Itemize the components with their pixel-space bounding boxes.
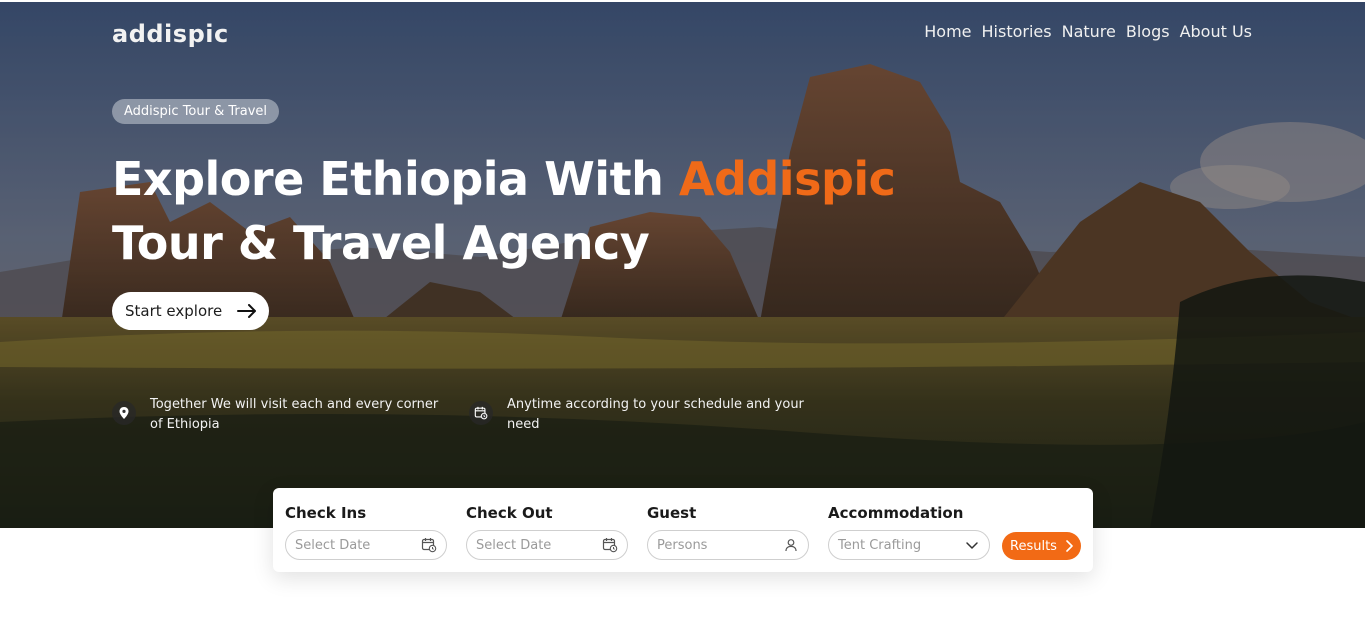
guest-input[interactable]: Persons	[647, 530, 809, 560]
guest-field-group: Guest Persons	[647, 504, 809, 560]
calendar-clock-icon	[602, 538, 618, 553]
feature-text: Anytime according to your schedule and y…	[507, 397, 804, 432]
check-in-label: Check Ins	[285, 504, 367, 522]
user-icon	[785, 539, 797, 552]
feature-item: Together We will visit each and every co…	[112, 395, 452, 435]
feature-item: Anytime according to your schedule and y…	[469, 395, 809, 435]
check-out-input[interactable]: Select Date	[466, 530, 628, 560]
results-button[interactable]: Results	[1002, 532, 1081, 560]
accommodation-select[interactable]: Tent Crafting	[828, 530, 990, 560]
nav-item-nature[interactable]: Nature	[1062, 22, 1116, 41]
nav-item-blogs[interactable]: Blogs	[1126, 22, 1170, 41]
start-explore-label: Start explore	[125, 302, 223, 320]
calendar-clock-icon	[421, 538, 437, 553]
nav-item-histories[interactable]: Histories	[982, 22, 1052, 41]
results-label: Results	[1010, 538, 1057, 554]
check-in-placeholder: Select Date	[295, 537, 371, 553]
accommodation-value: Tent Crafting	[838, 537, 922, 553]
nav-item-home[interactable]: Home	[924, 22, 971, 41]
chevron-down-icon	[966, 542, 978, 549]
hero-section: addispic Home Histories Nature Blogs Abo…	[0, 2, 1365, 528]
hero-headline: Explore Ethiopia With Addispic Tour & Tr…	[112, 147, 972, 275]
arrow-right-icon	[237, 304, 256, 318]
accommodation-label: Accommodation	[828, 504, 964, 522]
headline-text-end: Tour & Travel Agency	[112, 216, 650, 270]
site-logo[interactable]: addispic	[112, 20, 229, 48]
location-pin-icon	[112, 401, 136, 425]
nav-item-about-us[interactable]: About Us	[1180, 22, 1252, 41]
main-nav: Home Histories Nature Blogs About Us	[924, 22, 1252, 41]
guest-placeholder: Persons	[657, 537, 708, 553]
check-out-placeholder: Select Date	[476, 537, 552, 553]
guest-label: Guest	[647, 504, 697, 522]
start-explore-button[interactable]: Start explore	[112, 292, 269, 330]
feature-text: Together We will visit each and every co…	[150, 397, 439, 432]
check-in-input[interactable]: Select Date	[285, 530, 447, 560]
headline-text: Explore Ethiopia With	[112, 152, 679, 206]
hero-badge: Addispic Tour & Travel	[112, 99, 280, 124]
headline-accent: Addispic	[678, 152, 896, 206]
check-out-field-group: Check Out Select Date	[466, 504, 628, 560]
check-in-field-group: Check Ins Select Date	[285, 504, 447, 560]
booking-search-bar: Check Ins Select Date Check Out Select D…	[273, 488, 1093, 572]
check-out-label: Check Out	[466, 504, 553, 522]
calendar-clock-icon	[469, 401, 493, 425]
accommodation-field-group: Accommodation Tent Crafting	[828, 504, 990, 560]
chevron-right-icon	[1066, 540, 1073, 552]
